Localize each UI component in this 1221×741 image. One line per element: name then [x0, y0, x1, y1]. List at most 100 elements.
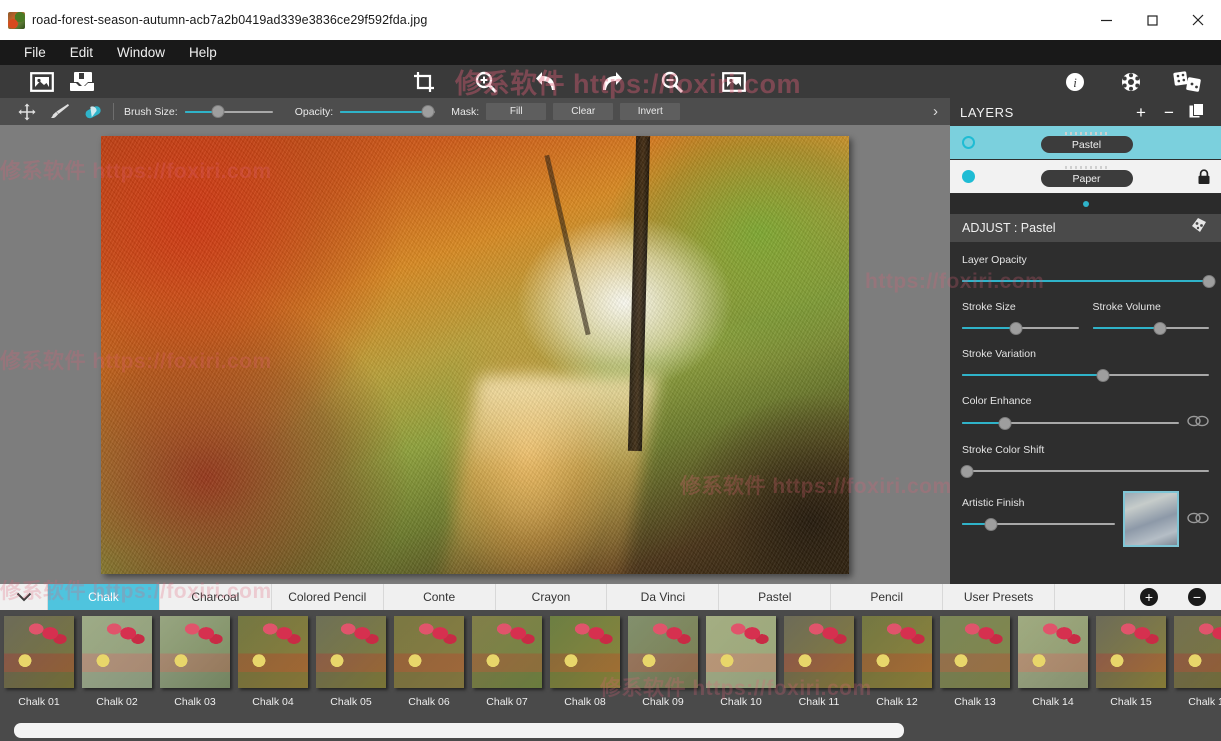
save-image-icon[interactable]	[62, 65, 102, 98]
tab-da-vinci[interactable]: Da Vinci	[607, 584, 720, 610]
tab-crayon[interactable]: Crayon	[496, 584, 608, 610]
stroke-size-slider[interactable]	[962, 320, 1079, 336]
list-item[interactable]: Chalk 02	[78, 616, 156, 720]
preset-thumbnail[interactable]	[550, 616, 620, 688]
artistic-finish-thumbnail[interactable]	[1123, 491, 1179, 547]
crop-icon[interactable]	[404, 65, 444, 98]
canvas-area[interactable]	[0, 125, 950, 584]
list-item[interactable]: Chalk 12	[858, 616, 936, 720]
random-dice-icon[interactable]	[1167, 65, 1207, 98]
move-tool-icon[interactable]	[10, 98, 43, 125]
mask-invert-button[interactable]: Invert	[620, 103, 681, 120]
tab-pencil[interactable]: Pencil	[831, 584, 944, 610]
preset-thumbnail[interactable]	[394, 616, 464, 688]
maximize-icon[interactable]	[1129, 0, 1175, 40]
layer-grip-icon[interactable]	[1064, 166, 1109, 169]
preset-thumbnail[interactable]	[940, 616, 1010, 688]
menu-item-help[interactable]: Help	[177, 40, 229, 65]
layer-name[interactable]: Pastel	[1040, 136, 1133, 153]
remove-layer-button[interactable]: −	[1155, 104, 1183, 121]
list-item[interactable]: Chalk 14	[1014, 616, 1092, 720]
artwork-image[interactable]	[101, 135, 849, 574]
color-enhance-slider[interactable]	[962, 415, 1179, 431]
preset-thumbnail[interactable]	[628, 616, 698, 688]
preset-thumbnail[interactable]	[862, 616, 932, 688]
preset-strip[interactable]: Chalk 01 Chalk 02 Chalk 03 Chalk 04 Chal…	[0, 610, 1221, 720]
list-item[interactable]: Chalk 01	[0, 616, 78, 720]
list-item[interactable]: Chalk 08	[546, 616, 624, 720]
fit-image-icon[interactable]	[714, 65, 754, 98]
close-icon[interactable]	[1175, 0, 1221, 40]
list-item[interactable]: Chalk 03	[156, 616, 234, 720]
preset-thumbnail[interactable]	[1096, 616, 1166, 688]
list-item[interactable]: Chalk 13	[936, 616, 1014, 720]
open-image-icon[interactable]	[22, 65, 62, 98]
tab-pastel[interactable]: Pastel	[719, 584, 832, 610]
tab-colored-pencil[interactable]: Colored Pencil	[272, 584, 384, 610]
add-preset-button[interactable]: +	[1140, 588, 1159, 606]
preset-thumbnail[interactable]	[784, 616, 854, 688]
chevron-down-icon[interactable]	[0, 584, 48, 610]
undo-icon[interactable]	[528, 65, 568, 98]
list-item[interactable]: Chalk 06	[390, 616, 468, 720]
layer-row[interactable]: Pastel	[950, 126, 1221, 160]
preset-thumbnail[interactable]	[1018, 616, 1088, 688]
palette-icon[interactable]	[1189, 217, 1209, 239]
preset-thumbnail[interactable]	[238, 616, 308, 688]
list-item[interactable]: Chalk 07	[468, 616, 546, 720]
layers-pager[interactable]	[950, 194, 1221, 214]
preset-thumbnail[interactable]	[160, 616, 230, 688]
tab-chalk[interactable]: Chalk	[48, 584, 160, 610]
layer-grip-icon[interactable]	[1064, 132, 1109, 135]
eraser-tool-icon[interactable]	[76, 98, 109, 125]
brush-tool-icon[interactable]	[43, 98, 76, 125]
zoom-out-icon[interactable]	[652, 65, 692, 98]
settings-icon[interactable]	[1111, 65, 1151, 98]
minimize-icon[interactable]	[1083, 0, 1129, 40]
preset-thumbnail[interactable]	[82, 616, 152, 688]
redo-icon[interactable]	[590, 65, 630, 98]
list-item[interactable]: Chalk 16	[1170, 616, 1221, 720]
tab-conte[interactable]: Conte	[384, 584, 496, 610]
list-item[interactable]: Chalk 05	[312, 616, 390, 720]
duplicate-icon[interactable]	[1183, 102, 1211, 122]
chevron-right-icon[interactable]: ›	[933, 103, 938, 120]
menu-item-edit[interactable]: Edit	[58, 40, 105, 65]
stroke-volume-slider[interactable]	[1092, 320, 1209, 336]
list-item[interactable]: Chalk 09	[624, 616, 702, 720]
scrollbar-thumb[interactable]	[14, 723, 904, 738]
layer-opacity-slider[interactable]	[962, 273, 1216, 289]
stroke-variation-slider[interactable]	[962, 367, 1209, 383]
pager-dot-icon[interactable]	[1082, 201, 1089, 207]
mask-fill-button[interactable]: Fill	[486, 103, 547, 120]
stroke-color-shift-slider[interactable]	[960, 463, 1209, 479]
preset-thumbnail[interactable]	[316, 616, 386, 688]
menu-item-window[interactable]: Window	[105, 40, 177, 65]
info-icon[interactable]: i	[1055, 65, 1095, 98]
list-item[interactable]: Chalk 11	[780, 616, 858, 720]
tab-charcoal[interactable]: Charcoal	[160, 584, 272, 610]
brush-size-slider[interactable]	[184, 104, 273, 120]
list-item[interactable]: Chalk 10	[702, 616, 780, 720]
remove-preset-button[interactable]: −	[1188, 588, 1207, 606]
layer-name[interactable]: Paper	[1040, 170, 1133, 187]
layer-visibility-icon[interactable]	[950, 136, 986, 149]
tab-user-presets[interactable]: User Presets	[943, 584, 1056, 610]
list-item[interactable]: Chalk 04	[234, 616, 312, 720]
preset-thumbnail[interactable]	[706, 616, 776, 688]
preset-thumbnail[interactable]	[4, 616, 74, 688]
preset-scrollbar[interactable]	[0, 720, 1221, 741]
mask-clear-button[interactable]: Clear	[553, 103, 614, 120]
artistic-finish-slider[interactable]	[962, 516, 1115, 532]
layer-visibility-icon[interactable]	[950, 170, 986, 183]
preset-thumbnail[interactable]	[1174, 616, 1221, 688]
menu-item-file[interactable]: File	[12, 40, 58, 65]
add-layer-button[interactable]: +	[1127, 104, 1155, 121]
list-item[interactable]: Chalk 15	[1092, 616, 1170, 720]
layer-row[interactable]: Paper	[950, 160, 1221, 194]
zoom-in-icon[interactable]	[466, 65, 506, 98]
lock-icon[interactable]	[1187, 168, 1221, 185]
opacity-slider[interactable]	[340, 104, 436, 120]
link-icon[interactable]	[1187, 491, 1209, 529]
link-icon[interactable]	[1187, 414, 1209, 432]
